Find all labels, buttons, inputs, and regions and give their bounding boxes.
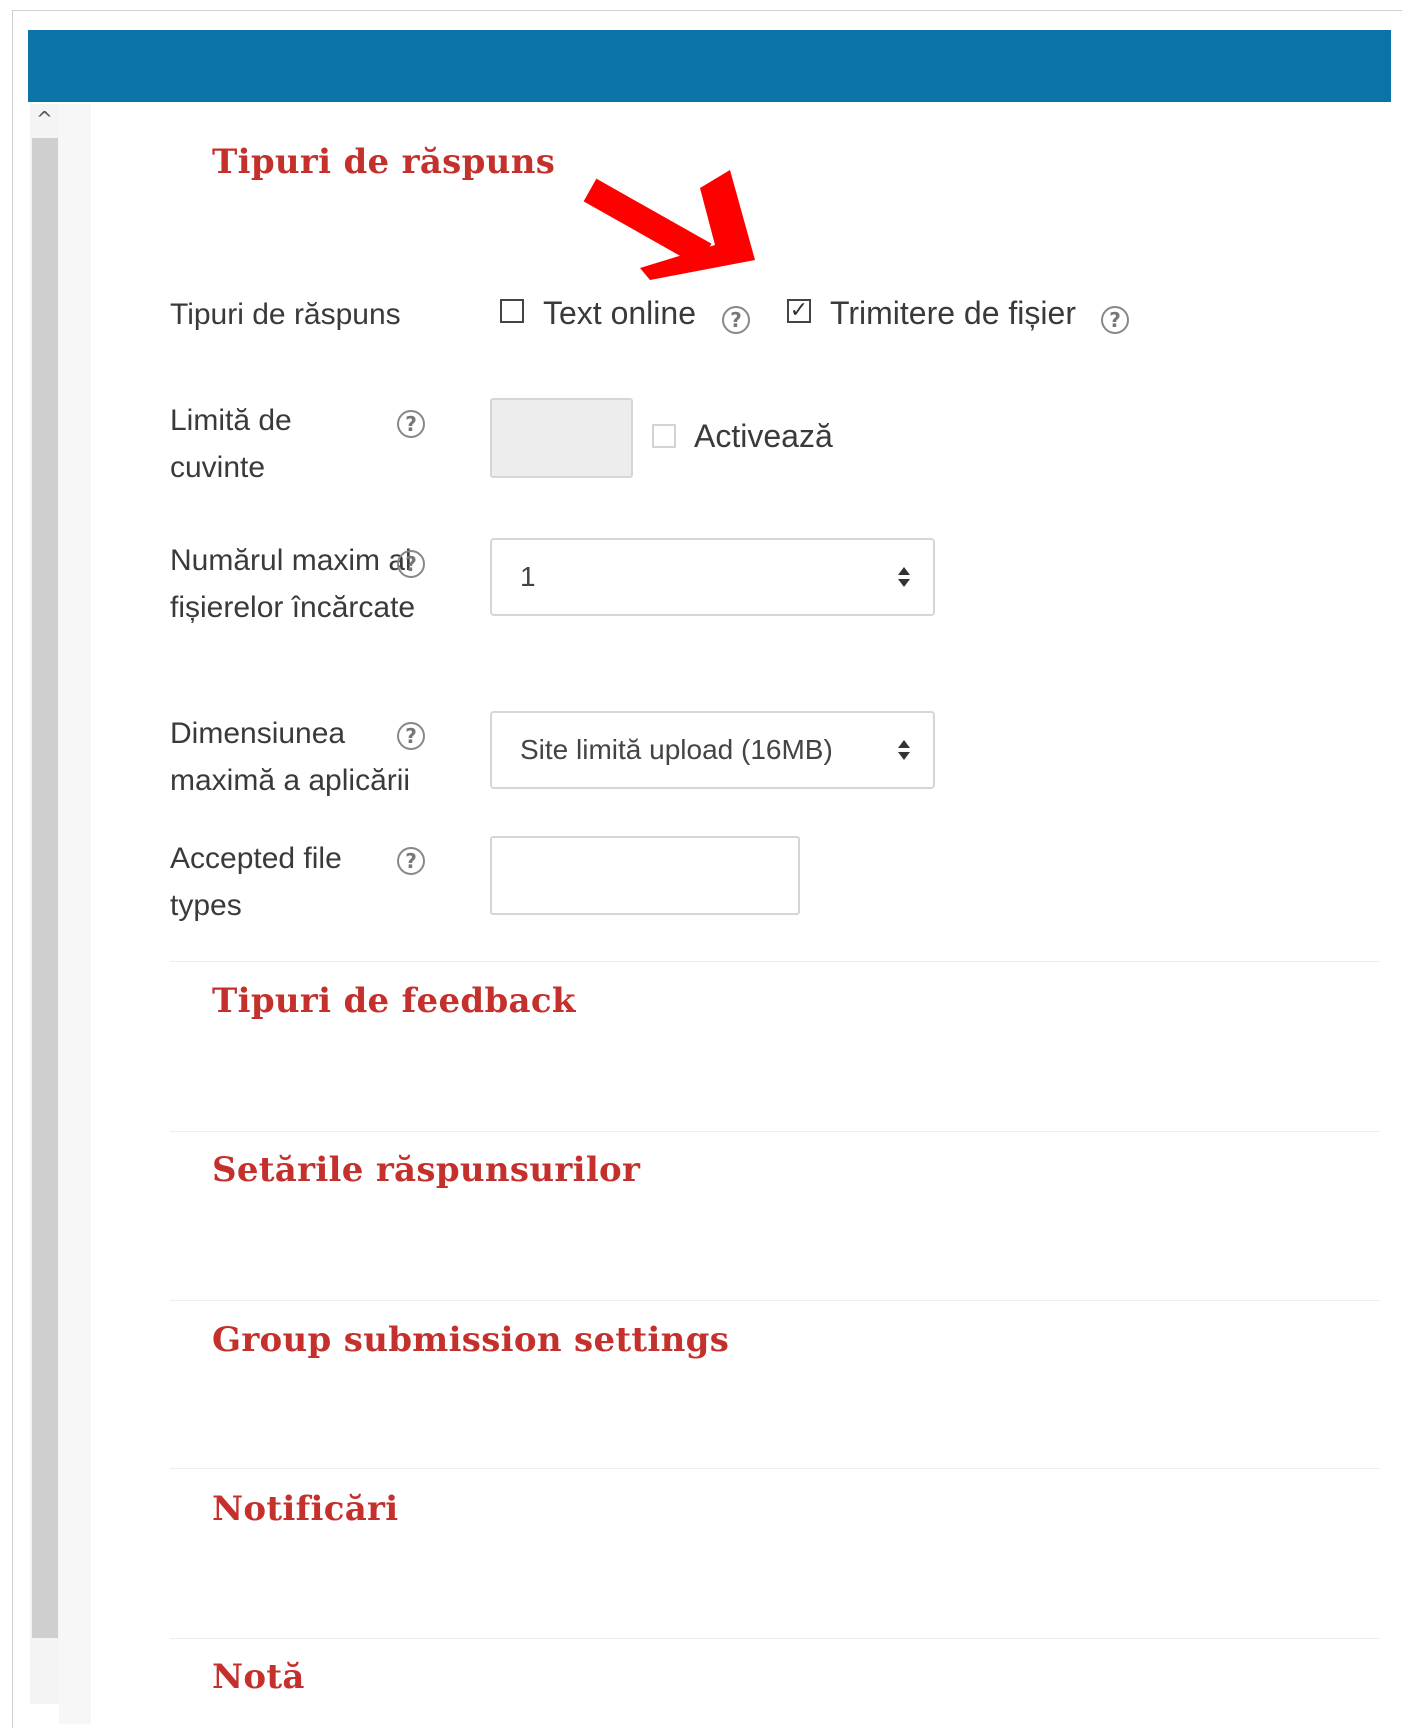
max-files-help-icon[interactable]: ? <box>397 550 425 578</box>
max-size-help-icon[interactable]: ? <box>397 722 425 750</box>
online-text-checkbox[interactable] <box>500 299 524 323</box>
section-notifications-title[interactable]: Notificări <box>212 1489 398 1529</box>
select-arrows-icon <box>898 567 910 587</box>
left-gutter <box>59 104 91 1724</box>
section-divider <box>170 961 1380 962</box>
section-grade-title[interactable]: Notă <box>212 1657 305 1697</box>
section-group-submission-title[interactable]: Group submission settings <box>212 1320 729 1360</box>
scrollbar[interactable]: ^ <box>30 104 59 1704</box>
scrollbar-thumb[interactable] <box>32 138 58 1638</box>
file-submission-checkbox[interactable]: ✓ <box>787 299 811 323</box>
max-size-label: Dimensiunea maximă a aplicării <box>170 717 411 797</box>
section-response-types-title[interactable]: Tipuri de răspuns <box>212 142 555 182</box>
max-files-select[interactable]: 1 <box>490 538 935 616</box>
word-limit-enable-label[interactable]: Activează <box>694 416 833 456</box>
word-limit-input[interactable] <box>490 398 633 478</box>
online-text-help-icon[interactable]: ? <box>722 306 750 334</box>
accepted-types-help-icon[interactable]: ? <box>397 847 425 875</box>
section-divider <box>170 1468 1380 1469</box>
section-divider <box>170 1638 1380 1639</box>
response-types-label: Tipuri de răspuns <box>170 298 401 331</box>
accepted-types-input[interactable] <box>490 836 800 915</box>
word-limit-label: Limită de cuvinte <box>170 404 292 484</box>
section-divider <box>170 1131 1380 1132</box>
max-files-label: Numărul maxim al fișierelor încărcate <box>170 544 416 624</box>
section-divider <box>170 1300 1380 1301</box>
top-navbar <box>28 30 1391 102</box>
section-submission-settings-title[interactable]: Setările răspunsurilor <box>212 1150 640 1190</box>
online-text-label[interactable]: Text online <box>543 293 696 333</box>
accepted-types-label: Accepted file types <box>170 842 342 922</box>
word-limit-enable-checkbox[interactable] <box>652 424 676 448</box>
max-size-select[interactable]: Site limită upload (16MB) <box>490 711 935 789</box>
max-size-value: Site limită upload (16MB) <box>520 734 833 765</box>
file-submission-help-icon[interactable]: ? <box>1101 306 1129 334</box>
word-limit-help-icon[interactable]: ? <box>397 410 425 438</box>
select-arrows-icon <box>898 740 910 760</box>
annotation-arrow-icon <box>583 170 755 280</box>
section-feedback-types-title[interactable]: Tipuri de feedback <box>212 981 576 1021</box>
max-files-value: 1 <box>520 561 536 592</box>
file-submission-label[interactable]: Trimitere de fișier <box>830 293 1076 333</box>
scroll-up-icon[interactable]: ^ <box>30 104 59 134</box>
